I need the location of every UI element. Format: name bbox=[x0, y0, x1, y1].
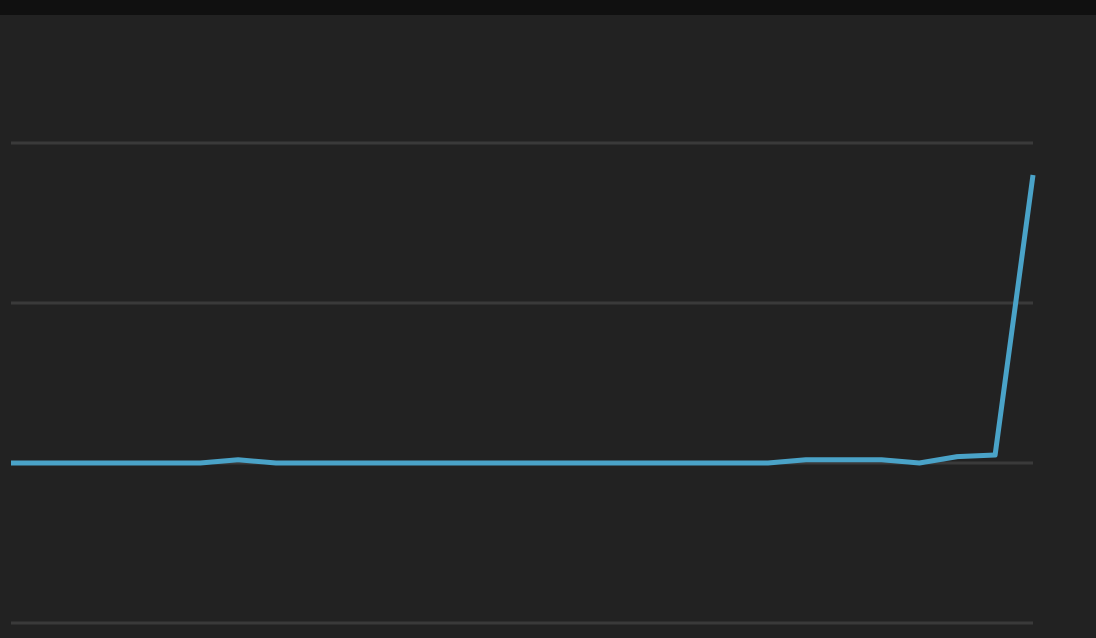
series-line bbox=[11, 174, 1036, 466]
line-chart bbox=[0, 15, 1096, 638]
top-bar bbox=[0, 0, 1096, 15]
series-layer bbox=[11, 174, 1036, 466]
chart-plot bbox=[11, 141, 1036, 625]
gridlines bbox=[11, 141, 1033, 625]
